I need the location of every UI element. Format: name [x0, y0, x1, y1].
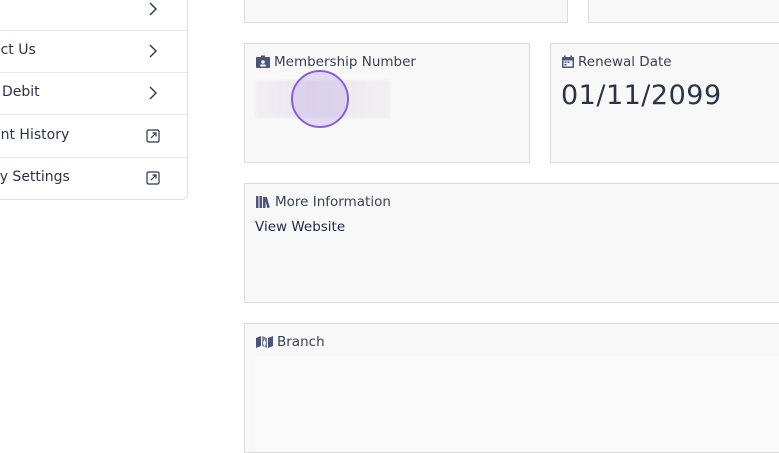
chevron-right-icon: [149, 86, 157, 100]
renewal-date-value: 01/11/2099: [561, 80, 722, 111]
calendar-icon: [562, 55, 574, 68]
chevron-right-icon: [149, 44, 157, 58]
card-title-renewal: Renewal Date: [578, 54, 672, 70]
sidebar-item-label: ent History: [0, 127, 70, 143]
sidebar-item-privacy-settings[interactable]: cy Settings: [0, 158, 187, 200]
sidebar-item-label: e: [0, 0, 1, 16]
sidebar-item-label: cy Settings: [0, 169, 70, 185]
card-title-more-info: More Information: [275, 194, 391, 210]
card-top-right: [588, 0, 779, 23]
map-icon: [256, 336, 273, 348]
sidebar-item-label: t Debit: [0, 84, 40, 100]
branch-map-area: [255, 356, 779, 452]
membership-number-card: Membership Number: [244, 43, 530, 163]
external-link-icon: [146, 171, 160, 185]
card-title-membership: Membership Number: [274, 54, 416, 70]
sidebar-item-direct-debit[interactable]: t Debit: [0, 73, 187, 115]
external-link-icon: [146, 129, 160, 143]
card-top-left: [244, 0, 568, 23]
card-title-branch: Branch: [277, 334, 325, 350]
sidebar-item-label: act Us: [0, 42, 36, 58]
view-website-link[interactable]: View Website: [255, 219, 345, 235]
sidebar-item-payment-history[interactable]: ent History: [0, 116, 187, 158]
more-information-card: More Information View Website: [244, 183, 779, 303]
sidebar-item-contact-us[interactable]: act Us: [0, 31, 187, 73]
books-icon: [256, 196, 270, 209]
sidebar-item-e[interactable]: e: [0, 0, 187, 31]
renewal-date-card: Renewal Date 01/11/2099: [550, 43, 779, 163]
chevron-right-icon: [149, 2, 157, 16]
id-badge-icon: [256, 55, 270, 68]
branch-card: Branch: [244, 323, 779, 453]
sidebar-menu: e act Us t Debit ent History cy Settings: [0, 0, 188, 200]
touch-indicator: [291, 70, 349, 128]
